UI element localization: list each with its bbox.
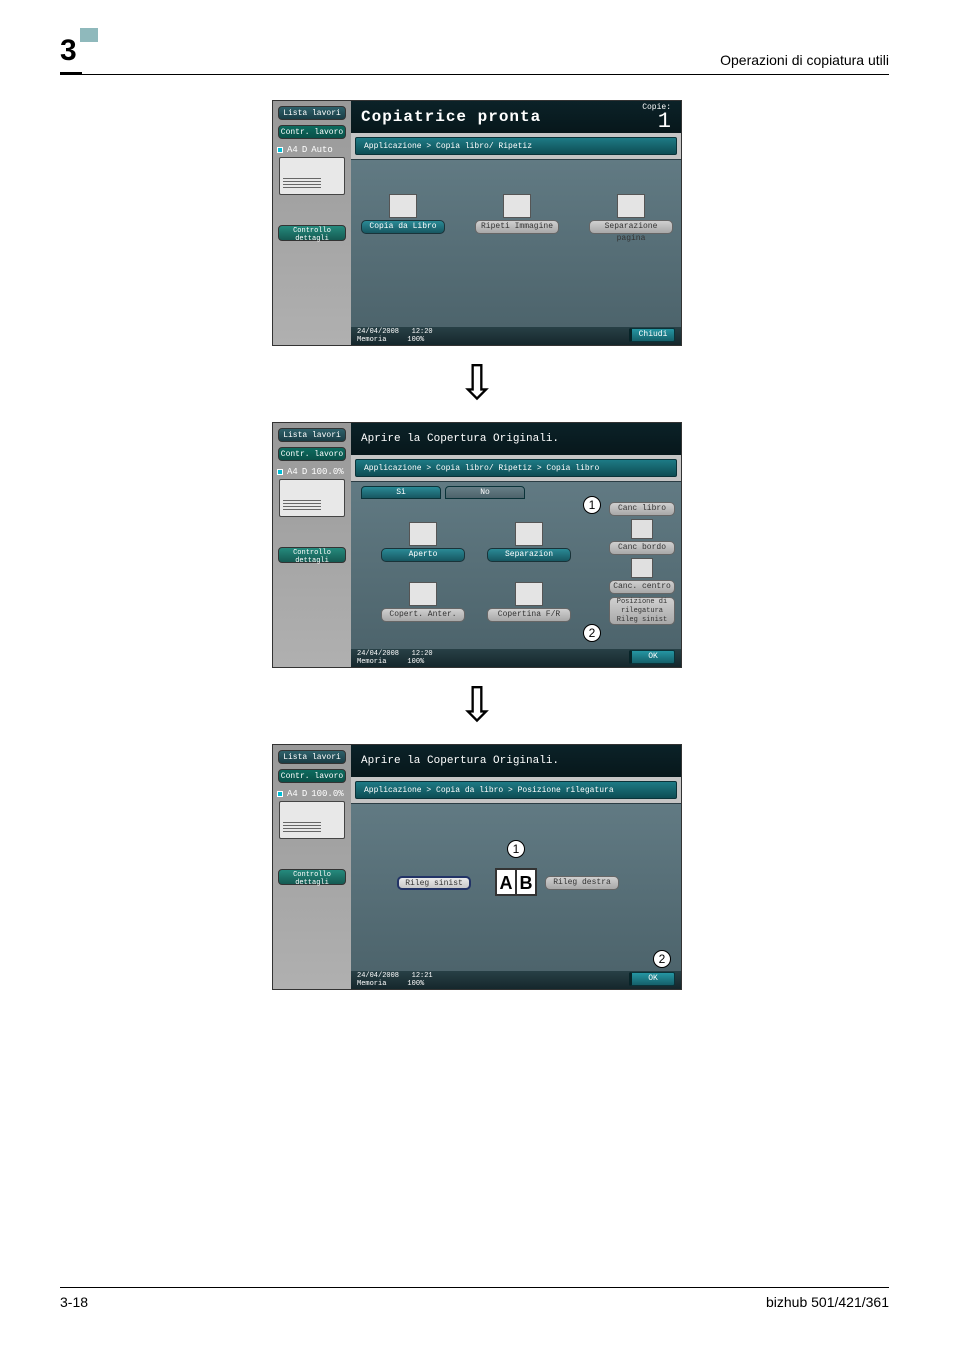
main-area: Sì No 1 Aperto Separazion Copert. Anter.… bbox=[351, 481, 681, 649]
preview-thumbnail bbox=[279, 479, 345, 517]
footer-bar: 24/04/2008 12:20Memoria 100% Chiudi bbox=[351, 327, 681, 345]
tab-no[interactable]: No bbox=[445, 486, 525, 499]
callout-2: 2 bbox=[583, 624, 601, 642]
lista-lavori-button[interactable]: Lista lavori bbox=[278, 106, 346, 120]
aperto-button[interactable]: Aperto bbox=[381, 548, 465, 562]
chiudi-button[interactable]: Chiudi bbox=[629, 328, 675, 342]
page-number: 3-18 bbox=[60, 1294, 88, 1310]
callout-1: 1 bbox=[507, 840, 525, 858]
controllo-dettagli-button[interactable]: Controllo dettagli bbox=[278, 225, 346, 241]
instruction-title: Aprire la Copertura Originali. bbox=[361, 433, 559, 445]
sidebar: Lista lavori Contr. lavoro A4 D Auto Con… bbox=[273, 101, 351, 345]
contr-lavoro-button[interactable]: Contr. lavoro bbox=[278, 125, 346, 139]
page-header: 3 Operazioni di copiatura utili bbox=[60, 34, 889, 75]
controllo-dettagli-button[interactable]: Controllo dettagli bbox=[278, 869, 346, 885]
panel-posizione-rilegatura: Lista lavori Contr. lavoro A4 D 100.0% C… bbox=[272, 744, 682, 990]
sidebar: Lista lavori Contr. lavoro A4 D 100.0% C… bbox=[273, 745, 351, 989]
preview-thumbnail bbox=[279, 157, 345, 195]
copier-status-title: Copiatrice pronta bbox=[361, 108, 541, 126]
tab-si[interactable]: Sì bbox=[361, 486, 441, 499]
canc-bordo-icon bbox=[631, 519, 653, 539]
contr-lavoro-button[interactable]: Contr. lavoro bbox=[278, 447, 346, 461]
aperto-icon bbox=[409, 522, 437, 546]
callout-1: 1 bbox=[583, 496, 601, 514]
instruction-title: Aprire la Copertura Originali. bbox=[361, 755, 559, 767]
copert-anter-button[interactable]: Copert. Anter. bbox=[381, 608, 465, 622]
controllo-dettagli-button[interactable]: Controllo dettagli bbox=[278, 547, 346, 563]
topbar: Aprire la Copertura Originali. bbox=[351, 745, 681, 777]
separazione-pagina-icon bbox=[617, 194, 645, 218]
contr-lavoro-button[interactable]: Contr. lavoro bbox=[278, 769, 346, 783]
separazion-icon bbox=[515, 522, 543, 546]
down-arrow-icon: ⇩ bbox=[457, 364, 497, 404]
ripeti-immagine-icon bbox=[503, 194, 531, 218]
ripeti-immagine-button[interactable]: Ripeti Immagine bbox=[475, 220, 559, 234]
main-area: 1 Rileg sinist A B Rileg destra 2 bbox=[351, 803, 681, 971]
chapter-number: 3 bbox=[60, 34, 87, 68]
page-footer: 3-18 bizhub 501/421/361 bbox=[60, 1287, 889, 1310]
ab-a: A bbox=[496, 869, 516, 895]
topbar: Aprire la Copertura Originali. bbox=[351, 423, 681, 455]
topbar: Copiatrice pronta Copie: 1 bbox=[351, 101, 681, 133]
breadcrumb: Applicazione > Copia libro/ Ripetiz > Co… bbox=[355, 459, 677, 477]
paper-info: A4 D Auto bbox=[277, 145, 347, 155]
chapter-number-text: 3 bbox=[60, 34, 77, 67]
sidebar: Lista lavori Contr. lavoro A4 D 100.0% C… bbox=[273, 423, 351, 667]
footer-bar: 24/04/2008 12:20Memoria 100% OK bbox=[351, 649, 681, 667]
posizione-rilegatura-button[interactable]: Posizione di rilegatura Rileg sinist bbox=[609, 597, 675, 625]
canc-bordo-button[interactable]: Canc bordo bbox=[609, 541, 675, 555]
rileg-sinist-button[interactable]: Rileg sinist bbox=[397, 876, 471, 890]
paper-info: A4 D 100.0% bbox=[277, 467, 347, 477]
model-name: bizhub 501/421/361 bbox=[766, 1294, 889, 1310]
ok-button[interactable]: OK bbox=[629, 650, 675, 664]
ab-b: B bbox=[516, 869, 536, 895]
down-arrow-icon: ⇩ bbox=[457, 686, 497, 726]
main-area: Copia da Libro Ripeti Immagine Separazio… bbox=[351, 159, 681, 327]
breadcrumb: Applicazione > Copia da libro > Posizion… bbox=[355, 781, 677, 799]
ab-icon: A B bbox=[495, 868, 537, 896]
canc-libro-button[interactable]: Canc libro bbox=[609, 502, 675, 516]
copertina-fr-icon bbox=[515, 582, 543, 606]
copia-libro-button[interactable]: Copia da Libro bbox=[361, 220, 445, 234]
side-options: Canc libro Canc bordo Canc. centro Posiz… bbox=[609, 502, 675, 628]
lista-lavori-button[interactable]: Lista lavori bbox=[278, 750, 346, 764]
breadcrumb: Applicazione > Copia libro/ Ripetiz bbox=[355, 137, 677, 155]
canc-centro-button[interactable]: Canc. centro bbox=[609, 580, 675, 594]
copert-anter-icon bbox=[409, 582, 437, 606]
panel-copia-libro: Lista lavori Contr. lavoro A4 D 100.0% C… bbox=[272, 422, 682, 668]
copia-libro-icon bbox=[389, 194, 417, 218]
footer-bar: 24/04/2008 12:21Memoria 100% OK bbox=[351, 971, 681, 989]
lista-lavori-button[interactable]: Lista lavori bbox=[278, 428, 346, 442]
header-title: Operazioni di copiatura utili bbox=[720, 52, 889, 68]
separazion-button[interactable]: Separazion bbox=[487, 548, 571, 562]
callout-2: 2 bbox=[653, 950, 671, 968]
ok-button[interactable]: OK bbox=[629, 972, 675, 986]
panel-copiatrice-pronta: Lista lavori Contr. lavoro A4 D Auto Con… bbox=[272, 100, 682, 346]
separazione-pagina-button[interactable]: Separazione pagina bbox=[589, 220, 673, 234]
copertina-fr-button[interactable]: Copertina F/R bbox=[487, 608, 571, 622]
canc-centro-icon bbox=[631, 558, 653, 578]
rileg-destra-button[interactable]: Rileg destra bbox=[545, 876, 619, 890]
tab-row: Sì No bbox=[361, 486, 525, 499]
preview-thumbnail bbox=[279, 801, 345, 839]
copies-value: 1 bbox=[658, 109, 671, 134]
paper-info: A4 D 100.0% bbox=[277, 789, 347, 799]
